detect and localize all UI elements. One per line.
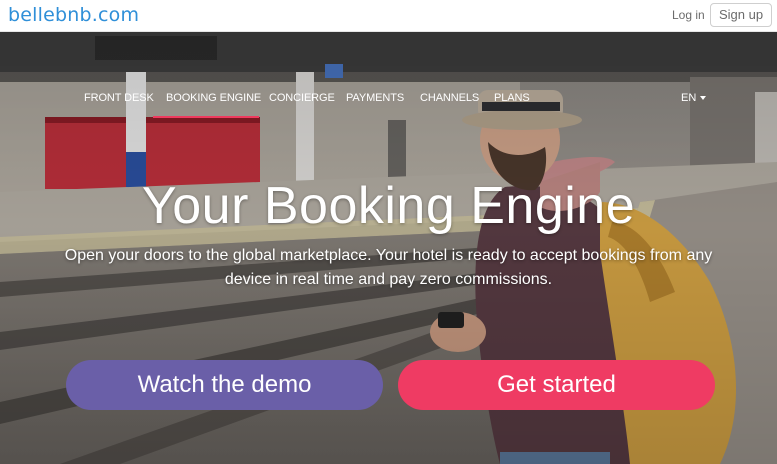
nav-active-underline: [153, 116, 259, 118]
login-link[interactable]: Log in: [672, 8, 705, 22]
nav-booking-engine[interactable]: BOOKING ENGINE: [166, 92, 261, 104]
hero-headline: Your Booking Engine: [141, 177, 636, 235]
logo[interactable]: bellebnb.com: [8, 4, 139, 26]
main-nav: FRONT DESK BOOKING ENGINE CONCIERGE PAYM…: [0, 92, 777, 112]
language-selector[interactable]: EN: [681, 92, 707, 104]
hero-subline: Open your doors to the global marketplac…: [64, 247, 713, 288]
watch-demo-button[interactable]: Watch the demo: [66, 360, 383, 410]
nav-concierge[interactable]: CONCIERGE: [269, 92, 335, 104]
get-started-button[interactable]: Get started: [398, 360, 715, 410]
signup-button[interactable]: Sign up: [710, 3, 772, 27]
nav-channels[interactable]: CHANNELS: [420, 92, 479, 104]
nav-payments[interactable]: PAYMENTS: [346, 92, 404, 104]
nav-front-desk[interactable]: FRONT DESK: [84, 92, 154, 104]
top-bar: bellebnb.com Log in Sign up: [0, 0, 777, 32]
language-label: EN: [681, 92, 697, 104]
hero-section: FRONT DESK BOOKING ENGINE CONCIERGE PAYM…: [0, 32, 777, 464]
nav-plans[interactable]: PLANS: [494, 92, 530, 104]
caret-down-icon: [700, 96, 707, 101]
